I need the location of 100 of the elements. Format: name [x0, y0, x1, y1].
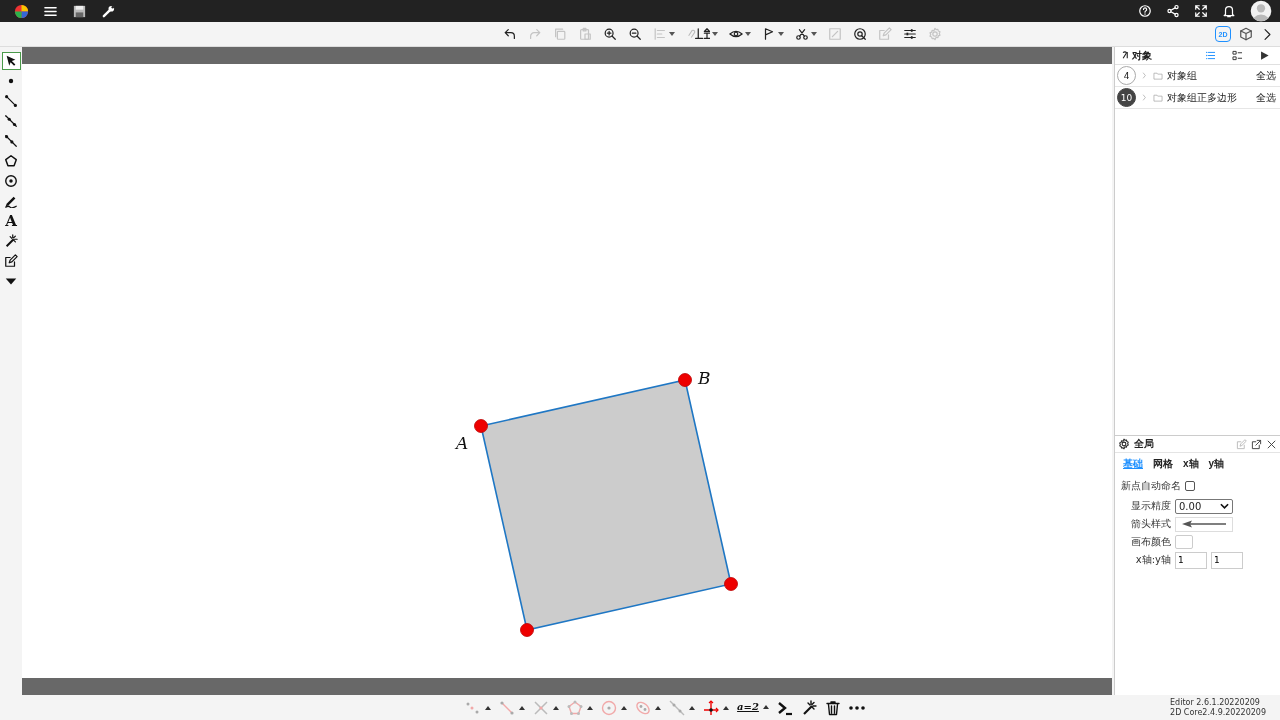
- arrow-style-picker[interactable]: [1175, 516, 1233, 532]
- caret-icon: [723, 705, 730, 710]
- zoom-out-icon: [627, 27, 642, 41]
- caret-icon: [778, 32, 785, 36]
- precision-dropdown[interactable]: 0.00: [1175, 498, 1233, 514]
- checkbox[interactable]: [1185, 481, 1195, 491]
- axes-icon: [703, 699, 720, 716]
- vertex-point[interactable]: [678, 373, 692, 387]
- caret-icon: [668, 32, 675, 36]
- fullscreen-icon[interactable]: [1194, 4, 1208, 18]
- circle-icon: [601, 699, 618, 716]
- line-icon: [669, 699, 686, 716]
- intersect-tool-button[interactable]: [531, 699, 562, 716]
- canvas[interactable]: A B: [22, 47, 1112, 695]
- caret-icon: [762, 705, 769, 709]
- pentagon-icon: [4, 154, 18, 168]
- help-icon[interactable]: [1138, 4, 1152, 18]
- more-icon: [848, 705, 865, 710]
- zoom-in-icon: [602, 27, 617, 41]
- ray-icon: [4, 114, 18, 128]
- chevron-right-icon[interactable]: [1261, 27, 1274, 41]
- caret-icon: [587, 705, 594, 710]
- find-icon: [853, 27, 868, 41]
- undo-icon: [502, 27, 517, 41]
- popout-icon[interactable]: [1251, 438, 1262, 450]
- pointer-icon: [4, 54, 18, 68]
- folder-icon: [1153, 92, 1163, 103]
- ellipse-tool-button[interactable]: [633, 699, 664, 716]
- settings-icon: [1118, 438, 1130, 450]
- terminal-icon: [776, 699, 793, 716]
- caret-icon: [655, 705, 662, 710]
- pointer-tool-button[interactable]: [1, 52, 21, 70]
- group-name[interactable]: 对象组: [1167, 68, 1252, 83]
- list-icon[interactable]: [1205, 50, 1216, 61]
- field-label: 显示精度: [1130, 499, 1171, 513]
- count-badge: 10: [1117, 88, 1136, 107]
- settings-tab[interactable]: y轴: [1204, 455, 1229, 473]
- input-field[interactable]: 1: [1211, 551, 1243, 569]
- color-swatch[interactable]: [1175, 535, 1193, 549]
- version-text: 2D Core2.4.9.20220209: [1170, 708, 1266, 718]
- sliders-icon: [903, 27, 918, 41]
- panel-title: 全局: [1134, 437, 1155, 451]
- text-tool-button[interactable]: A: [1, 212, 21, 230]
- wrench-icon[interactable]: [101, 3, 116, 19]
- arrow-left-icon: [1180, 519, 1228, 529]
- edit-icon: [878, 27, 893, 41]
- trash-icon: [824, 699, 841, 716]
- more-tool-button[interactable]: [846, 705, 867, 710]
- bell-icon[interactable]: [1222, 4, 1236, 18]
- copy-icon: [552, 27, 567, 41]
- caret-icon: [553, 705, 560, 710]
- avatar-icon[interactable]: [1250, 0, 1272, 22]
- vertex-point[interactable]: [724, 577, 738, 591]
- magic-wand-icon: [4, 234, 18, 248]
- grid-view-icon[interactable]: [1232, 50, 1243, 61]
- logo-icon[interactable]: [14, 3, 29, 19]
- input-field[interactable]: 1: [1175, 551, 1207, 569]
- expand-icon: [828, 27, 843, 41]
- play-icon[interactable]: [1259, 50, 1270, 61]
- cube-icon: [1239, 27, 1253, 41]
- group-name[interactable]: 对象组正多边形: [1167, 90, 1252, 105]
- align-icon: [652, 27, 667, 41]
- field-label: x轴:y轴: [1134, 553, 1171, 567]
- vector-icon: [4, 134, 18, 148]
- 3d-view-button[interactable]: [1239, 26, 1253, 42]
- segment-icon: [499, 699, 516, 716]
- field-label: 新点自动命名: [1121, 479, 1181, 493]
- version-text: Editor 2.6.1.20220209: [1170, 698, 1261, 708]
- segment-icon: [4, 94, 18, 108]
- edit-icon: [4, 254, 18, 268]
- settings-tab[interactable]: x轴: [1179, 455, 1203, 473]
- vertex-point[interactable]: [474, 419, 488, 433]
- caret-icon: [811, 32, 818, 36]
- circle-icon: [4, 174, 18, 188]
- line-tool-button[interactable]: [667, 699, 698, 716]
- vertex-point[interactable]: [520, 623, 534, 637]
- close-icon[interactable]: [1266, 438, 1277, 450]
- folder-icon: [1153, 70, 1163, 81]
- redo-icon: [527, 27, 542, 41]
- panel-title: 对象: [1132, 48, 1153, 63]
- scissors-icon: [795, 27, 810, 41]
- point-label: B: [698, 368, 711, 388]
- point-label: A: [456, 433, 469, 453]
- axes-tool-button[interactable]: [701, 699, 732, 716]
- field-label: 箭头样式: [1130, 517, 1171, 531]
- caret-icon: [712, 32, 719, 36]
- clipboard-icon: [577, 27, 592, 41]
- field-label: 画布颜色: [1130, 535, 1171, 549]
- select-all-link[interactable]: 全选: [1256, 90, 1276, 105]
- caret-icon: [689, 705, 696, 710]
- caret-icon: [745, 32, 752, 36]
- slider-tool-button[interactable]: a=2: [735, 702, 771, 713]
- share-icon[interactable]: [1166, 4, 1180, 18]
- pentagon-icon: [567, 699, 584, 716]
- caret-icon: [519, 705, 526, 710]
- intersect-icon: [533, 699, 550, 716]
- settings-tab[interactable]: 网格: [1149, 455, 1177, 473]
- select-all-link[interactable]: 全选: [1256, 68, 1276, 83]
- ellipse-icon: [635, 699, 652, 716]
- save-icon[interactable]: [72, 3, 87, 19]
